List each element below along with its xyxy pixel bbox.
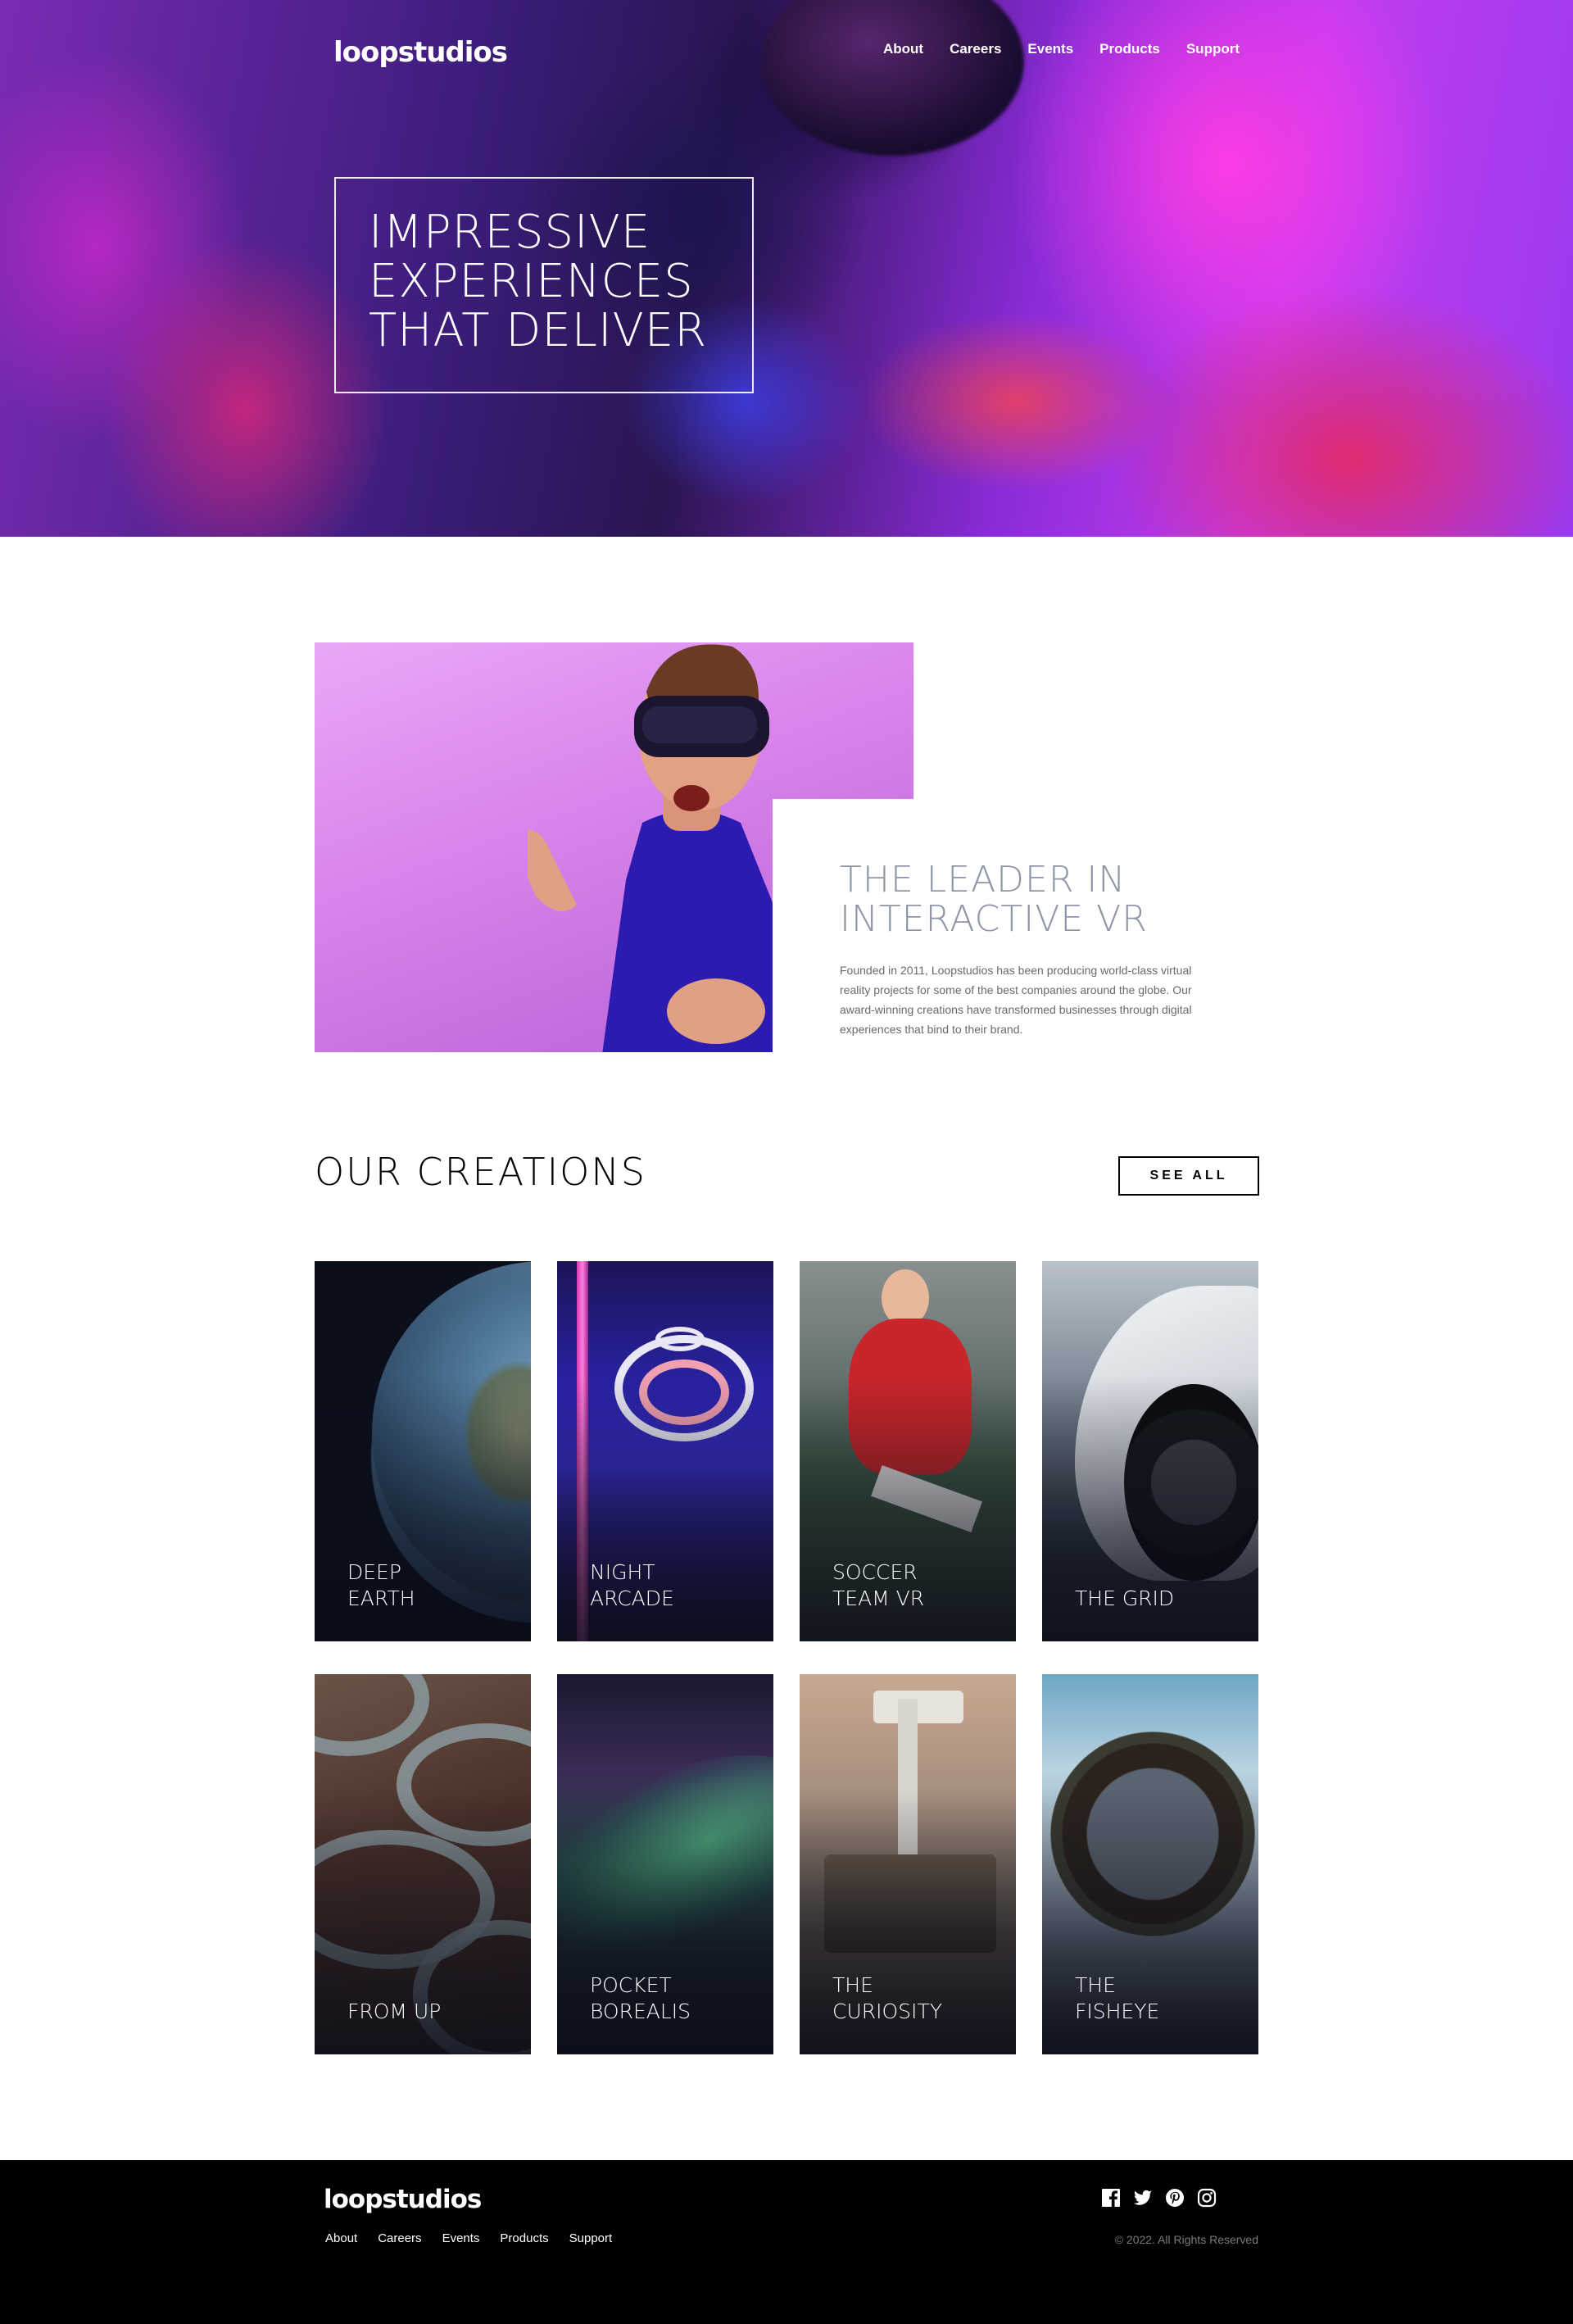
intro-heading-line: THE LEADER IN: [840, 859, 1126, 901]
hero-section: loopstudios About Careers Events Product…: [0, 0, 1573, 537]
footer: loopstudios About Careers Events Product…: [0, 2160, 1573, 2324]
nav-link-careers[interactable]: Careers: [950, 41, 1001, 57]
footer-link-events[interactable]: Events: [442, 2231, 480, 2245]
creation-card-label: POCKET BOREALIS: [590, 1973, 691, 2023]
copyright-text: © 2022. All Rights Reserved: [1114, 2233, 1258, 2246]
header-logo[interactable]: loopstudios: [333, 36, 508, 69]
intro-heading: THE LEADER IN INTERACTIVE VR: [840, 860, 1258, 939]
nav-link-products[interactable]: Products: [1099, 41, 1160, 57]
creation-card-label: NIGHT ARCADE: [590, 1560, 674, 1610]
footer-nav: About Careers Events Products Support: [325, 2231, 632, 2245]
hero-vr-headset-shape: [762, 0, 1024, 156]
creation-card-label: SOCCER TEAM VR: [832, 1560, 925, 1610]
instagram-icon[interactable]: [1197, 2188, 1217, 2208]
creation-card-soccer-team-vr[interactable]: SOCCER TEAM VR: [800, 1261, 1016, 1641]
creation-card-from-up[interactable]: FROM UP: [315, 1674, 531, 2054]
creation-card-pocket-borealis[interactable]: POCKET BOREALIS: [557, 1674, 773, 2054]
intro-body: Founded in 2011, Loopstudios has been pr…: [840, 964, 1192, 1036]
nav-link-about[interactable]: About: [883, 41, 923, 57]
creation-card-label: FROM UP: [347, 1999, 442, 2023]
footer-link-support[interactable]: Support: [569, 2231, 613, 2245]
hero-headline-line: EXPERIENCES: [369, 255, 694, 308]
creation-card-deep-earth[interactable]: DEEP EARTH: [315, 1261, 531, 1641]
see-all-button[interactable]: SEE ALL: [1118, 1156, 1259, 1196]
footer-link-products[interactable]: Products: [500, 2231, 548, 2245]
nav-link-support[interactable]: Support: [1186, 41, 1240, 57]
social-links: [1101, 2188, 1217, 2208]
creation-card-the-curiosity[interactable]: THE CURIOSITY: [800, 1674, 1016, 2054]
footer-link-careers[interactable]: Careers: [378, 2231, 421, 2245]
footer-link-about[interactable]: About: [325, 2231, 357, 2245]
creation-card-night-arcade[interactable]: NIGHT ARCADE: [557, 1261, 773, 1641]
hero-headline-line: IMPRESSIVE: [369, 206, 651, 259]
creation-card-label: THE FISHEYE: [1075, 1973, 1160, 2023]
footer-logo[interactable]: loopstudios: [324, 2185, 482, 2214]
creation-card-label: THE CURIOSITY: [832, 1973, 942, 2023]
hero-headline-line: THAT DELIVER: [369, 304, 708, 357]
creation-card-label: DEEP EARTH: [347, 1560, 415, 1610]
hero-headline: IMPRESSIVE EXPERIENCES THAT DELIVER: [369, 208, 719, 356]
hero-light-glow: [860, 311, 1172, 492]
intro-text-card: THE LEADER IN INTERACTIVE VR Founded in …: [773, 799, 1258, 1061]
facebook-icon[interactable]: [1101, 2188, 1121, 2208]
creations-title: OUR CREATIONS: [315, 1150, 646, 1194]
creation-card-the-fisheye[interactable]: THE FISHEYE: [1042, 1674, 1258, 2054]
pinterest-icon[interactable]: [1165, 2188, 1185, 2208]
creation-card-the-grid[interactable]: THE GRID: [1042, 1261, 1258, 1641]
nav-link-events[interactable]: Events: [1027, 41, 1073, 57]
hero-headline-box: IMPRESSIVE EXPERIENCES THAT DELIVER: [334, 177, 754, 393]
header-nav: About Careers Events Products Support: [883, 41, 1240, 57]
creation-card-label: THE GRID: [1075, 1586, 1175, 1610]
card-shade: [1042, 1261, 1258, 1641]
twitter-icon[interactable]: [1133, 2188, 1153, 2208]
card-shade: [315, 1674, 531, 2054]
intro-heading-line: INTERACTIVE VR: [840, 898, 1148, 940]
